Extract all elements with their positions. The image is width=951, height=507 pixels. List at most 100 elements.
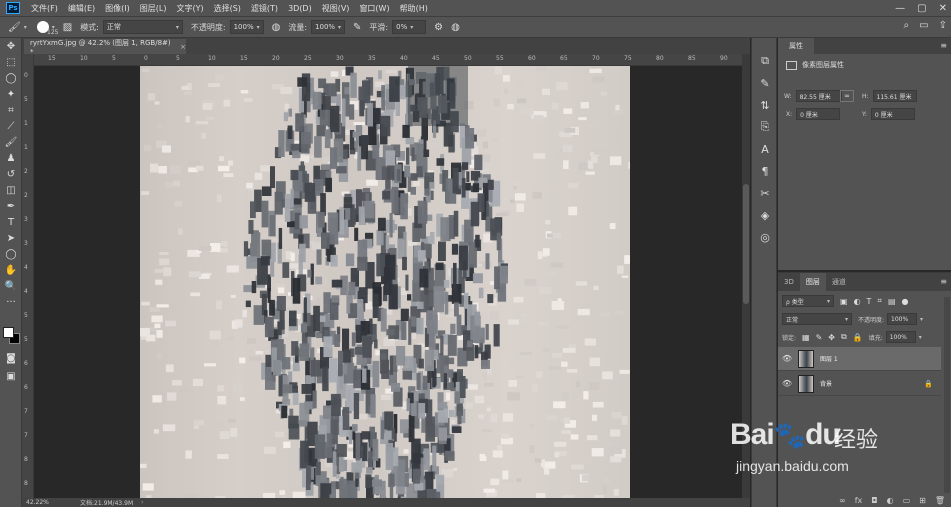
adjustments-panel-icon[interactable]: ⇅ <box>752 94 778 116</box>
quick-mask-icon[interactable]: ◙ <box>0 350 22 366</box>
brush-tool-icon[interactable]: 🖌 <box>0 134 22 150</box>
channels-panel-icon[interactable]: ◎ <box>752 226 778 248</box>
chevron-down-icon[interactable]: ▾ <box>919 334 922 341</box>
lock-position-icon[interactable]: ✥ <box>828 333 835 342</box>
ellipse-tool-icon[interactable]: ◯ <box>0 246 22 262</box>
pressure-opacity-icon[interactable]: ◍ <box>272 22 281 33</box>
menu-type[interactable]: 文字(Y) <box>171 3 208 14</box>
lock-all-icon[interactable]: 🔒 <box>853 333 863 342</box>
3d-panel-icon[interactable]: ◈ <box>752 204 778 226</box>
paragraph-panel-icon[interactable]: ¶ <box>752 160 778 182</box>
fill-field[interactable]: 100% <box>885 331 916 343</box>
menu-layer[interactable]: 图层(L) <box>135 3 172 14</box>
link-dimensions-button[interactable]: ∞ <box>840 90 854 102</box>
move-tool-icon[interactable]: ✥ <box>0 38 22 54</box>
history-brush-tool-icon[interactable]: ↺ <box>0 166 22 182</box>
layer-row-layer1[interactable]: 👁 图层 1 <box>778 347 941 371</box>
filter-smart-icon[interactable]: ▤ <box>888 297 896 306</box>
pen-tool-icon[interactable]: ✒ <box>0 198 22 214</box>
airbrush-icon[interactable]: ✎ <box>353 22 361 33</box>
gear-icon[interactable]: ⚙ <box>434 22 443 33</box>
tool-presets-panel-icon[interactable]: ✂ <box>752 182 778 204</box>
link-icon[interactable]: ∞ <box>839 496 846 505</box>
foreground-color-swatch[interactable] <box>3 327 14 338</box>
lock-icon[interactable]: 🔒 <box>924 380 933 388</box>
canvas-area[interactable] <box>34 66 742 498</box>
layer-row-background[interactable]: 👁 背景 🔒 <box>778 372 941 396</box>
maximize-button[interactable]: ▢ <box>917 3 926 14</box>
stamp-tool-icon[interactable]: ♟ <box>0 150 22 166</box>
eye-icon[interactable]: 👁 <box>778 354 796 363</box>
menu-window[interactable]: 窗口(W) <box>354 3 394 14</box>
fx-icon[interactable]: fx <box>855 496 863 505</box>
height-field[interactable]: 115.61 厘米 <box>872 90 917 102</box>
mask-icon[interactable]: ◘ <box>871 496 877 505</box>
brush-settings-icon[interactable]: ▨ <box>63 22 72 33</box>
tab-3d[interactable]: 3D <box>778 273 800 291</box>
zoom-level[interactable]: 42.22% <box>26 499 76 506</box>
panel-menu-icon[interactable]: ≡ <box>940 277 947 286</box>
close-icon[interactable]: × <box>180 43 186 51</box>
brush-tool-icon[interactable]: 🖌 <box>8 22 21 33</box>
panel-menu-icon[interactable]: ≡ <box>940 41 947 50</box>
close-button[interactable]: ✕ <box>939 3 947 14</box>
document-tab[interactable]: ryrtYxmG.jpg @ 42.2% (图层 1, RGB/8#) * × <box>24 39 186 56</box>
type-tool-icon[interactable]: T <box>0 214 22 230</box>
layer-opacity-field[interactable]: 100% <box>887 313 918 325</box>
adjustment-icon[interactable]: ◐ <box>887 496 894 505</box>
hand-tool-icon[interactable]: ✋ <box>0 262 22 278</box>
smooth-field[interactable]: 0% ▾ <box>392 20 427 34</box>
more-tools-icon[interactable]: ··· <box>0 294 22 310</box>
brush-panel-icon[interactable]: ✎ <box>752 72 778 94</box>
eye-icon[interactable]: 👁 <box>778 379 796 388</box>
minimize-button[interactable]: — <box>895 3 905 14</box>
menu-image[interactable]: 图像(I) <box>100 3 135 14</box>
width-field[interactable]: 82.55 厘米 <box>795 90 842 102</box>
clone-source-panel-icon[interactable]: ⎘ <box>752 116 778 138</box>
filter-pixel-icon[interactable]: ▣ <box>840 297 848 306</box>
layer-name[interactable]: 图层 1 <box>820 354 838 363</box>
eyedropper-tool-icon[interactable]: ⟋ <box>0 118 22 134</box>
lasso-tool-icon[interactable]: ◯ <box>0 70 22 86</box>
lock-paint-icon[interactable]: ✎ <box>816 333 823 342</box>
layers-scrollbar[interactable] <box>944 297 950 497</box>
scrollbar-thumb[interactable] <box>743 184 749 304</box>
mode-select[interactable]: 正常 ▾ <box>102 20 183 34</box>
lock-transparent-icon[interactable]: ▦ <box>802 333 810 342</box>
x-field[interactable]: 0 厘米 <box>796 108 841 120</box>
vertical-scrollbar[interactable] <box>742 54 750 498</box>
canvas-image[interactable] <box>140 66 630 498</box>
workspace-icon[interactable]: ▭ <box>919 20 928 31</box>
menu-help[interactable]: 帮助(H) <box>395 3 433 14</box>
y-field[interactable]: 0 厘米 <box>870 108 915 120</box>
screen-mode-icon[interactable]: ▣ <box>0 368 22 384</box>
menu-select[interactable]: 选择(S) <box>209 3 246 14</box>
filter-toggle-icon[interactable]: ● <box>902 297 909 306</box>
menu-view[interactable]: 视图(V) <box>317 3 355 14</box>
new-layer-icon[interactable]: ⊞ <box>919 496 926 505</box>
pressure-size-icon[interactable]: ◍ <box>451 22 460 33</box>
history-panel-icon[interactable]: ⧉ <box>752 50 778 72</box>
status-menu-arrow[interactable]: › <box>141 499 143 506</box>
blend-mode-select[interactable]: 正常 ▾ <box>782 313 852 325</box>
opacity-field[interactable]: 100% ▾ <box>229 20 264 34</box>
eraser-tool-icon[interactable]: ◫ <box>0 182 22 198</box>
zoom-tool-icon[interactable]: 🔍 <box>0 278 22 294</box>
layer-name[interactable]: 背景 <box>820 379 832 388</box>
marquee-tool-icon[interactable]: ⬚ <box>0 54 22 70</box>
lock-artboard-icon[interactable]: ⧉ <box>841 332 847 342</box>
trash-icon[interactable]: 🗑 <box>935 496 945 505</box>
share-icon[interactable]: ⇪ <box>939 20 947 31</box>
quick-select-tool-icon[interactable]: ✦ <box>0 86 22 102</box>
menu-3d[interactable]: 3D(D) <box>283 4 317 13</box>
menu-file[interactable]: 文件(F) <box>26 3 63 14</box>
chevron-down-icon[interactable]: ▾ <box>920 316 923 323</box>
group-icon[interactable]: ▭ <box>903 496 911 505</box>
tool-preset-caret[interactable]: ▾ <box>24 24 27 31</box>
tab-layers[interactable]: 图层 <box>799 273 826 291</box>
path-select-tool-icon[interactable]: ➤ <box>0 230 22 246</box>
menu-edit[interactable]: 编辑(E) <box>63 3 100 14</box>
flow-field[interactable]: 100% ▾ <box>311 20 346 34</box>
layer-filter-select[interactable]: ρ 类型 ▾ <box>782 295 834 307</box>
tab-properties[interactable]: 属性 <box>778 38 814 54</box>
